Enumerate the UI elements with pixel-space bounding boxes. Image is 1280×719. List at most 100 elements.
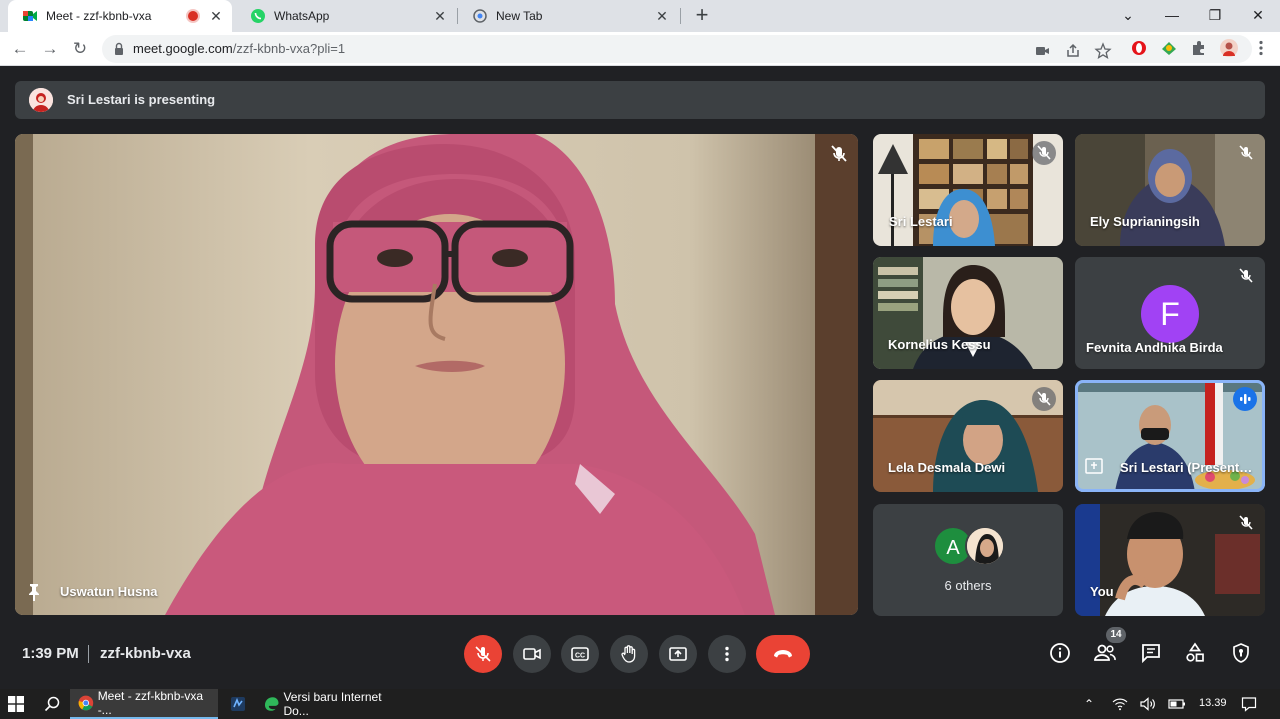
meeting-time: 1:39 PM bbox=[22, 645, 79, 662]
presenting-text: Sri Lestari is presenting bbox=[67, 92, 216, 107]
close-tab-icon[interactable]: ✕ bbox=[208, 8, 224, 24]
extension-icon[interactable] bbox=[1160, 39, 1178, 57]
share-icon[interactable] bbox=[1064, 42, 1082, 60]
back-icon[interactable]: ← bbox=[8, 37, 32, 61]
svg-text:CC: CC bbox=[575, 653, 585, 660]
meet-controls-bar: 1:39 PM zzf-kbnb-vxa CC 14 bbox=[0, 625, 1280, 689]
presentation-icon bbox=[1085, 458, 1103, 474]
battery-icon[interactable] bbox=[1166, 689, 1188, 719]
muted-mic-icon bbox=[1032, 141, 1056, 165]
pin-icon[interactable] bbox=[25, 582, 43, 602]
muted-mic-icon bbox=[1234, 141, 1258, 165]
host-controls-button[interactable] bbox=[1228, 640, 1254, 666]
participant-tile[interactable]: F Fevnita Andhika Birda bbox=[1075, 257, 1265, 369]
people-button[interactable] bbox=[1092, 640, 1118, 666]
presentation-tile[interactable]: Sri Lestari (Present… bbox=[1075, 380, 1265, 492]
chevron-up-icon: ⌃ bbox=[1083, 697, 1095, 711]
extensions-puzzle-icon[interactable] bbox=[1190, 39, 1208, 57]
present-now-button[interactable] bbox=[659, 635, 697, 673]
tab-new-tab[interactable]: New Tab ✕ bbox=[458, 0, 678, 32]
forward-icon[interactable]: → bbox=[38, 37, 62, 61]
notification-icon bbox=[1241, 697, 1257, 712]
bookmark-star-icon[interactable] bbox=[1094, 42, 1112, 60]
restore-button[interactable]: ❐ bbox=[1193, 0, 1237, 30]
browser-tab-strip: Meet - zzf-kbnb-vxa ✕ WhatsApp ✕ New Tab… bbox=[0, 0, 1280, 32]
participant-tile[interactable]: Ely Suprianingsih bbox=[1075, 134, 1265, 246]
participant-name: Lela Desmala Dewi bbox=[888, 460, 1006, 475]
new-tab-button[interactable]: + bbox=[690, 4, 714, 28]
profile-avatar[interactable] bbox=[1220, 39, 1238, 57]
participant-tile[interactable]: Lela Desmala Dewi bbox=[873, 380, 1063, 492]
meeting-code: zzf-kbnb-vxa bbox=[100, 645, 191, 662]
address-bar[interactable]: meet.google.com/zzf-kbnb-vxa?pli=1 bbox=[102, 35, 1252, 63]
taskbar-item-label: Meet - zzf-kbnb-vxa -... bbox=[97, 689, 204, 717]
url-path: /zzf-kbnb-vxa?pli=1 bbox=[232, 41, 346, 56]
participant-name: Kornelius Kessu bbox=[888, 337, 991, 352]
tab-title: Meet - zzf-kbnb-vxa bbox=[46, 9, 152, 23]
new-tab-icon bbox=[472, 8, 488, 24]
tab-whatsapp[interactable]: WhatsApp ✕ bbox=[236, 0, 456, 32]
participant-name: Ely Suprianingsih bbox=[1090, 214, 1200, 229]
activities-icon bbox=[1186, 642, 1204, 662]
participant-tile[interactable]: Sri Lestari bbox=[873, 134, 1063, 246]
opera-extension-icon[interactable] bbox=[1130, 39, 1148, 57]
network-icon[interactable] bbox=[1110, 689, 1130, 719]
taskbar-item-app[interactable] bbox=[222, 689, 254, 719]
notifications-button[interactable] bbox=[1236, 689, 1262, 719]
meeting-details-button[interactable] bbox=[1047, 640, 1073, 666]
raise-hand-button[interactable] bbox=[610, 635, 648, 673]
chat-button[interactable] bbox=[1138, 640, 1164, 666]
others-avatar-photo bbox=[965, 526, 1005, 566]
tab-title: WhatsApp bbox=[274, 9, 330, 23]
presenter-avatar bbox=[29, 88, 53, 112]
browser-menu-icon[interactable] bbox=[1252, 39, 1270, 57]
url-host: meet.google.com bbox=[133, 41, 233, 56]
divider bbox=[88, 645, 89, 663]
taskbar-clock: 13.39 bbox=[1199, 697, 1227, 709]
captions-button[interactable]: CC bbox=[561, 635, 599, 673]
participant-video bbox=[873, 257, 1063, 369]
main-speaker-name: Uswatun Husna bbox=[60, 584, 158, 599]
reload-icon[interactable]: ↻ bbox=[68, 37, 92, 61]
more-options-button[interactable] bbox=[708, 635, 746, 673]
meet-stage: Sri Lestari is presenting Uswatun Husna … bbox=[0, 67, 1280, 689]
close-window-button[interactable]: ✕ bbox=[1236, 0, 1280, 30]
close-tab-icon[interactable]: ✕ bbox=[432, 8, 448, 24]
participant-count-badge: 14 bbox=[1106, 627, 1126, 643]
close-tab-icon[interactable]: ✕ bbox=[654, 8, 670, 24]
tab-meet[interactable]: Meet - zzf-kbnb-vxa ✕ bbox=[8, 0, 232, 32]
chrome-icon bbox=[78, 695, 94, 711]
taskbar-item-chrome[interactable]: Meet - zzf-kbnb-vxa -... bbox=[70, 689, 218, 719]
app-icon bbox=[231, 697, 245, 711]
main-video-tile[interactable]: Uswatun Husna bbox=[15, 134, 858, 615]
tab-separator bbox=[680, 8, 681, 24]
edge-icon bbox=[264, 697, 279, 711]
participant-avatar-initial: F bbox=[1141, 285, 1199, 343]
more-vert-icon bbox=[725, 646, 729, 662]
speaking-indicator-icon bbox=[1233, 387, 1257, 411]
tab-title: New Tab bbox=[496, 9, 543, 23]
taskbar-search-button[interactable] bbox=[36, 689, 68, 719]
participant-tile[interactable]: Kornelius Kessu bbox=[873, 257, 1063, 369]
camera-toggle-button[interactable] bbox=[513, 635, 551, 673]
camera-in-use-icon[interactable] bbox=[1034, 42, 1052, 60]
mic-off-icon bbox=[475, 646, 491, 662]
activities-button[interactable] bbox=[1182, 640, 1208, 666]
google-meet-icon bbox=[22, 8, 38, 24]
participant-name: Sri Lestari bbox=[889, 214, 953, 229]
tab-search-icon[interactable]: ⌄ bbox=[1106, 0, 1150, 30]
leave-call-button[interactable] bbox=[756, 635, 810, 673]
participant-name: Fevnita Andhika Birda bbox=[1086, 340, 1223, 355]
self-view-tile[interactable]: You bbox=[1075, 504, 1265, 616]
show-hidden-icons-button[interactable]: ⌃ bbox=[1078, 689, 1100, 719]
others-tile[interactable]: A 6 others bbox=[873, 504, 1063, 616]
taskbar-item-label: Versi baru Internet Do... bbox=[283, 690, 382, 718]
minimize-button[interactable]: — bbox=[1150, 0, 1194, 30]
windows-start-button[interactable] bbox=[0, 689, 32, 719]
presenting-banner: Sri Lestari is presenting bbox=[15, 81, 1265, 119]
hand-icon bbox=[621, 645, 636, 663]
microphone-toggle-button[interactable] bbox=[464, 635, 502, 673]
muted-mic-icon bbox=[1234, 264, 1258, 288]
taskbar-item-edge-update[interactable]: Versi baru Internet Do... bbox=[256, 689, 406, 719]
volume-icon[interactable] bbox=[1138, 689, 1158, 719]
